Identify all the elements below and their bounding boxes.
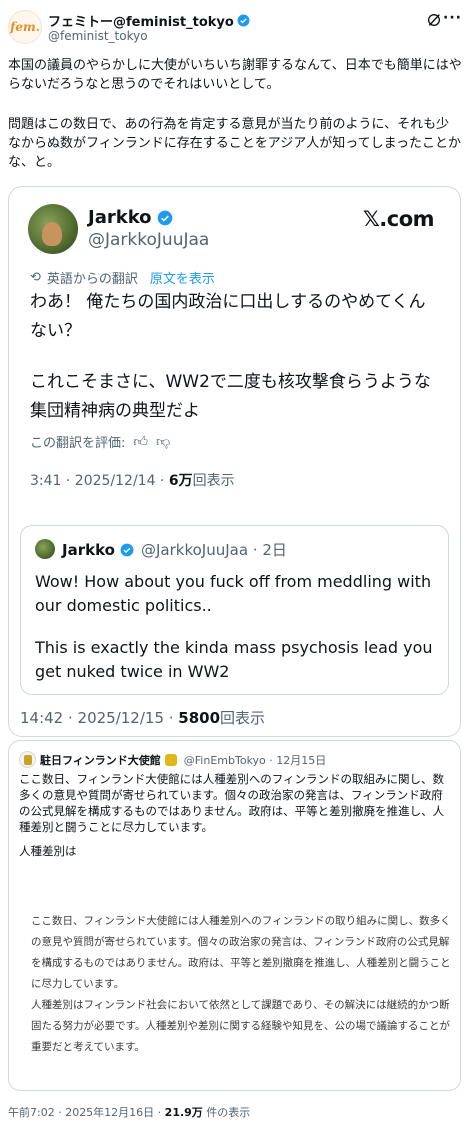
translated-text-2: これこそまさに、WW2で二度も核攻撃食らうような集団精神病の典型だよ bbox=[30, 372, 431, 421]
jarkko-post-meta: 3:41 · 2025/12/14 · 6万回表示 bbox=[30, 470, 235, 490]
quoted-avatar bbox=[35, 539, 55, 559]
show-original-link: 原文を表示 bbox=[149, 272, 215, 287]
post-header: fem. フェミトー@feminist_tokyo @feminist_toky… bbox=[8, 8, 462, 46]
jarkko-views-label: 回表示 bbox=[192, 473, 235, 489]
quoted-handle: @JarkkoJuuJaa · 2日 bbox=[140, 541, 287, 559]
outer-post-time: 14:42 · 2025/12/15 · bbox=[20, 709, 179, 727]
jarkko-name-row: Jarkko bbox=[88, 207, 173, 228]
post-text-paragraph-2: 問題はこの数日で、あの行為を肯定する意見が当たり前のように、それも少なからぬ数が… bbox=[8, 117, 462, 170]
post-text-paragraph-1: 本国の議員のやらかしに大使がいちいち謝罪するなんて、日本でも簡単にはやらないだろ… bbox=[8, 58, 462, 92]
embassy-name-row: 駐日フィンランド大使館 @FinEmbTokyo · 12月15日 bbox=[19, 751, 326, 768]
verified-badge-icon bbox=[120, 543, 134, 556]
post-footer-meta: 午前7:02 · 2025年12月16日 · 21.9万 件の表示 bbox=[8, 1104, 250, 1120]
quoted-name: Jarkko bbox=[62, 540, 115, 559]
embassy-post-text-continued: 人種差別は bbox=[19, 844, 77, 858]
author-name-row[interactable]: フェミトー@feminist_tokyo bbox=[48, 11, 250, 30]
translation-label: 英語からの翻訳 bbox=[46, 272, 138, 287]
rate-translation-label: この翻訳を評価: bbox=[30, 436, 126, 451]
embassy-name: 駐日フィンランド大使館 bbox=[40, 753, 161, 767]
verified-badge-icon bbox=[157, 210, 172, 225]
grok-icon[interactable] bbox=[426, 12, 442, 28]
translated-text-1: わあ！ 俺たちの国内政治に口出しするのやめてくんない？ bbox=[30, 292, 426, 341]
embassy-handle: @FinEmbTokyo · 12月15日 bbox=[183, 753, 327, 767]
author-handle[interactable]: @feminist_tokyo bbox=[48, 29, 148, 43]
translation-row: ⟲ 英語からの翻訳 原文を表示 bbox=[30, 268, 215, 287]
statement-image-text-1: ここ数日、フィンランド大使館には人種差別へのフィンランドの取り組みに関し、数多く… bbox=[31, 915, 451, 990]
more-options-icon[interactable]: ··· bbox=[443, 10, 462, 26]
outer-post-views: 5800 bbox=[178, 709, 221, 727]
author-name[interactable]: フェミトー@feminist_tokyo bbox=[48, 11, 234, 30]
translate-icon: ⟲ bbox=[30, 270, 41, 285]
post-view-count: 21.9万 bbox=[164, 1106, 203, 1119]
jarkko-post-views: 6万 bbox=[168, 473, 193, 489]
embassy-post-text: ここ数日、フィンランド大使館には人種差別へのフィンランドの取組みに関し、数多くの… bbox=[19, 772, 445, 834]
verified-badge-icon bbox=[237, 14, 250, 27]
jarkko-avatar bbox=[28, 204, 78, 254]
statement-image-text-2: 人種差別はフィンランド社会において依然として課題であり、その解決には継続的かつ断… bbox=[31, 999, 450, 1053]
quoted-post-embassy[interactable]: 駐日フィンランド大使館 @FinEmbTokyo · 12月15日 ここ数日、フ… bbox=[8, 740, 461, 1091]
post-view-label: 件の表示 bbox=[202, 1106, 251, 1119]
outer-views-label: 回表示 bbox=[220, 709, 266, 727]
avatar[interactable]: fem. bbox=[8, 10, 42, 44]
jarkko-post-time: 3:41 · 2025/12/14 · bbox=[30, 473, 169, 489]
embassy-statement-image[interactable]: ここ数日、フィンランド大使館には人種差別へのフィンランドの取り組みに関し、数多く… bbox=[19, 871, 451, 1083]
thumbs-down-icon: 👎︎ bbox=[156, 434, 171, 450]
embassy-avatar bbox=[19, 751, 36, 768]
quoted-original-tweet: Jarkko @JarkkoJuuJaa · 2日 Wow! How about… bbox=[20, 525, 449, 695]
embedded-screenshot-jarkko[interactable]: Jarkko @JarkkoJuuJaa 𝕏.com ⟲ 英語からの翻訳 原文を… bbox=[8, 186, 461, 737]
x-com-logo: 𝕏.com bbox=[362, 207, 435, 231]
thumbs-up-icon: 👍︎ bbox=[133, 434, 149, 450]
outer-post-meta: 14:42 · 2025/12/15 · 5800回表示 bbox=[20, 707, 265, 728]
quoted-text-1: Wow! How about you fuck off from meddlin… bbox=[35, 572, 432, 615]
jarkko-name: Jarkko bbox=[88, 207, 152, 228]
statement-image-text: ここ数日、フィンランド大使館には人種差別へのフィンランドの取り組みに関し、数多く… bbox=[31, 911, 451, 1058]
quoted-name-row: Jarkko @JarkkoJuuJaa · 2日 bbox=[62, 539, 287, 560]
quoted-text-2: This is exactly the kinda mass psychosis… bbox=[35, 638, 433, 681]
post-timestamp[interactable]: 午前7:02 · 2025年12月16日 · bbox=[8, 1106, 165, 1119]
jarkko-handle: @JarkkoJuuJaa bbox=[88, 230, 210, 250]
rate-translation-row: この翻訳を評価: 👍︎ 👎︎ bbox=[30, 432, 170, 451]
gold-verified-badge-icon bbox=[164, 753, 177, 766]
